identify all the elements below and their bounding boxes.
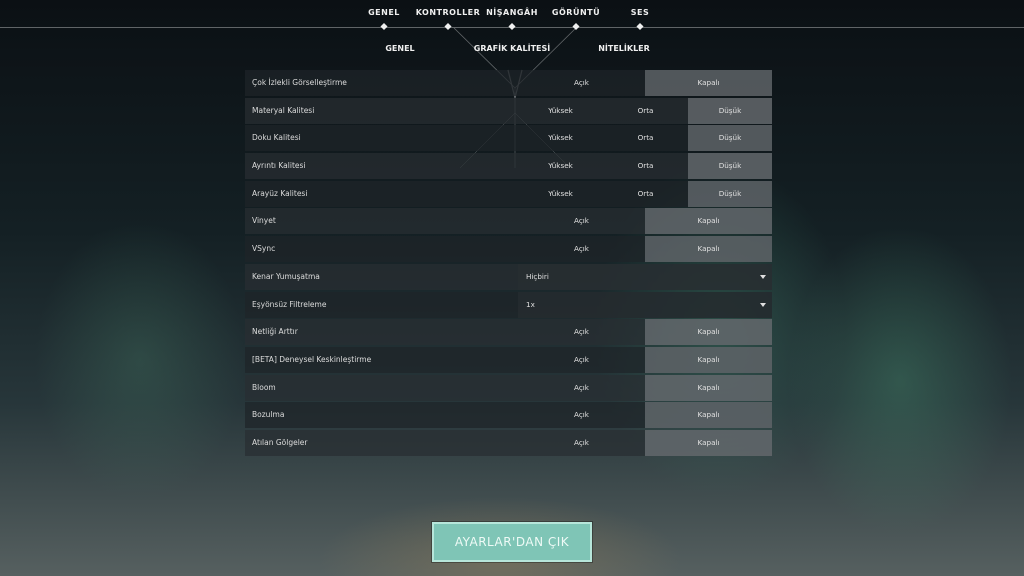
setting-row-multithreaded-rendering: Çok İzlekli Görselleştirme Açık Kapalı: [245, 70, 772, 96]
setting-label: Vinyet: [252, 216, 276, 226]
option-on[interactable]: Açık: [518, 208, 645, 234]
setting-label: Ayrıntı Kalitesi: [252, 161, 306, 171]
option-off[interactable]: Kapalı: [645, 236, 772, 263]
option-medium[interactable]: Orta: [603, 98, 688, 124]
option-medium[interactable]: Orta: [603, 181, 688, 207]
setting-label: Netliği Arttır: [252, 327, 298, 337]
option-high[interactable]: Yüksek: [518, 98, 603, 124]
setting-row-vignette: Vinyet Açık Kapalı: [245, 208, 772, 235]
subtab-attributes[interactable]: NİTELİKLER: [598, 44, 650, 53]
option-high[interactable]: Yüksek: [518, 153, 603, 179]
setting-label: VSync: [252, 244, 276, 254]
setting-label: Arayüz Kalitesi: [252, 188, 308, 198]
chevron-down-icon: [760, 274, 766, 279]
setting-label: Atılan Gölgeler: [252, 437, 308, 447]
exit-settings-button[interactable]: AYARLAR'DAN ÇIK: [432, 522, 592, 562]
setting-label: Eşyönsüz Filtreleme: [252, 299, 327, 309]
option-off[interactable]: Kapalı: [645, 374, 772, 401]
subtab-graphics-quality[interactable]: GRAFİK KALİTESİ: [474, 44, 550, 53]
anti-aliasing-select[interactable]: Hiçbiri: [518, 263, 772, 290]
setting-label: [BETA] Deneysel Keskinleştirme: [252, 354, 372, 364]
setting-row-bloom: Bloom Açık Kapalı: [245, 374, 772, 401]
tab-general[interactable]: GENEL: [368, 8, 400, 17]
option-on[interactable]: Açık: [518, 430, 645, 456]
option-low[interactable]: Düşük: [688, 97, 772, 124]
setting-label: Materyal Kalitesi: [252, 105, 315, 115]
option-off[interactable]: Kapalı: [645, 402, 772, 429]
option-on[interactable]: Açık: [518, 402, 645, 428]
anisotropic-filtering-select[interactable]: 1x: [518, 291, 772, 318]
option-off[interactable]: Kapalı: [645, 319, 772, 346]
option-on[interactable]: Açık: [518, 70, 645, 96]
setting-row-cast-shadows: Atılan Gölgeler Açık Kapalı: [245, 429, 772, 456]
option-low[interactable]: Düşük: [688, 125, 772, 152]
select-value: 1x: [526, 299, 535, 309]
setting-label: Bloom: [252, 382, 276, 392]
setting-row-experimental-sharpening: [BETA] Deneysel Keskinleştirme Açık Kapa…: [245, 346, 772, 373]
select-value: Hiçbiri: [526, 271, 549, 281]
setting-label: Kenar Yumuşatma: [252, 271, 320, 281]
subtab-general[interactable]: GENEL: [385, 44, 414, 53]
option-off[interactable]: Kapalı: [645, 346, 772, 373]
tab-general-marker: [380, 22, 388, 31]
option-low[interactable]: Düşük: [688, 180, 772, 207]
top-navigation: GENEL KONTROLLER NİŞANGÂH GÖRÜNTÜ SES: [0, 0, 1024, 31]
setting-row-vsync: VSync Açık Kapalı: [245, 236, 772, 263]
setting-row-material-quality: Materyal Kalitesi Yüksek Orta Düşük: [245, 97, 772, 124]
option-low[interactable]: Düşük: [688, 153, 772, 180]
setting-row-improve-clarity: Netliği Arttır Açık Kapalı: [245, 319, 772, 346]
option-on[interactable]: Açık: [518, 347, 645, 373]
option-off[interactable]: Kapalı: [645, 429, 772, 456]
setting-row-distortion: Bozulma Açık Kapalı: [245, 402, 772, 429]
option-off[interactable]: Kapalı: [645, 70, 772, 96]
option-high[interactable]: Yüksek: [518, 125, 603, 151]
setting-label: Doku Kalitesi: [252, 133, 301, 143]
tab-video[interactable]: GÖRÜNTÜ: [552, 8, 600, 17]
tab-audio[interactable]: SES: [631, 8, 650, 17]
chevron-down-icon: [760, 302, 766, 307]
setting-label: Çok İzlekli Görselleştirme: [252, 78, 347, 87]
setting-label: Bozulma: [252, 410, 285, 420]
tab-controls[interactable]: KONTROLLER: [416, 8, 481, 17]
setting-row-anti-aliasing: Kenar Yumuşatma Hiçbiri: [245, 263, 772, 290]
option-medium[interactable]: Orta: [603, 153, 688, 179]
option-off[interactable]: Kapalı: [645, 208, 772, 235]
setting-row-anisotropic-filtering: Eşyönsüz Filtreleme 1x: [245, 291, 772, 318]
option-high[interactable]: Yüksek: [518, 181, 603, 207]
setting-row-ui-quality: Arayüz Kalitesi Yüksek Orta Düşük: [245, 180, 772, 207]
setting-row-texture-quality: Doku Kalitesi Yüksek Orta Düşük: [245, 125, 772, 152]
setting-row-detail-quality: Ayrıntı Kalitesi Yüksek Orta Düşük: [245, 153, 772, 180]
tab-crosshair[interactable]: NİŞANGÂH: [486, 8, 538, 17]
option-medium[interactable]: Orta: [603, 125, 688, 151]
tab-audio-marker: [636, 22, 644, 31]
option-on[interactable]: Açık: [518, 319, 645, 345]
option-on[interactable]: Açık: [518, 375, 645, 401]
graphics-settings-list: Çok İzlekli Görselleştirme Açık Kapalı M…: [245, 70, 772, 458]
option-on[interactable]: Açık: [518, 236, 645, 262]
